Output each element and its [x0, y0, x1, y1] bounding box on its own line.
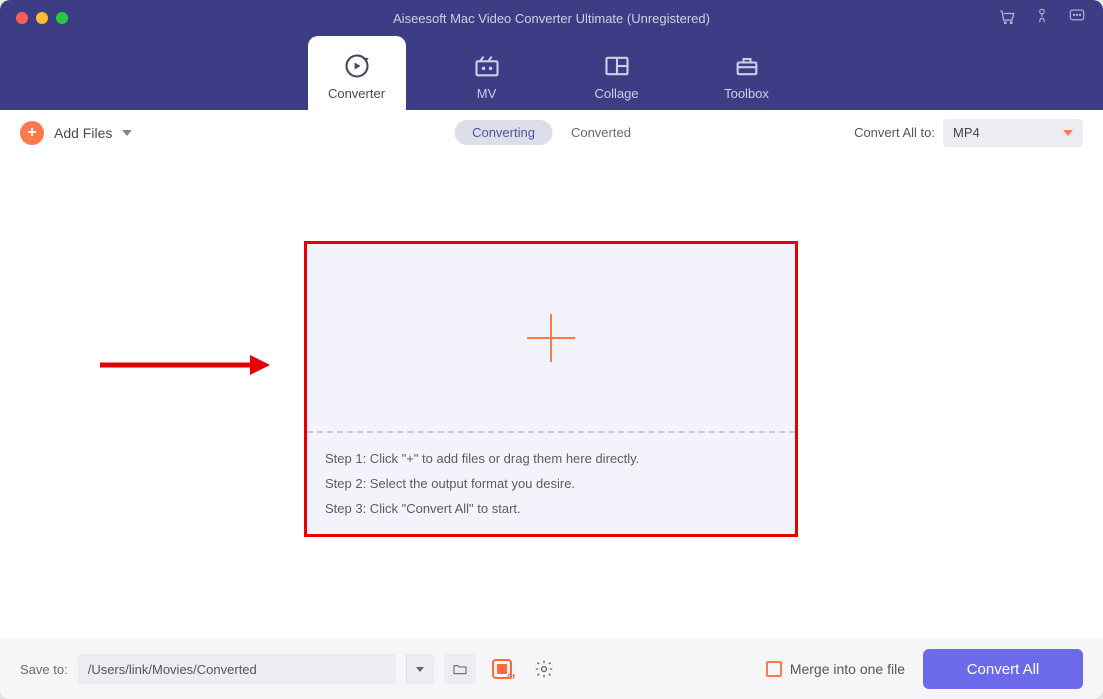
plus-circle-icon: + [20, 121, 44, 145]
titlebar: Aiseesoft Mac Video Converter Ultimate (… [0, 0, 1103, 36]
save-path-value: /Users/link/Movies/Converted [88, 662, 257, 677]
merge-label: Merge into one file [790, 661, 905, 677]
open-folder-button[interactable] [444, 654, 476, 684]
chevron-down-icon [416, 667, 424, 672]
annotation-arrow [100, 355, 270, 375]
checkbox-icon [766, 661, 782, 677]
tab-label: Toolbox [724, 86, 769, 101]
step2-text: Step 2: Select the output format you des… [325, 476, 777, 491]
window-controls [16, 12, 68, 24]
settings-button[interactable] [528, 654, 562, 684]
tab-toolbox[interactable]: Toolbox [698, 36, 796, 110]
dropzone-add-area[interactable] [307, 244, 795, 433]
register-icon[interactable] [1033, 6, 1051, 31]
step1-text: Step 1: Click "+" to add files or drag t… [325, 451, 777, 466]
content-area: Step 1: Click "+" to add files or drag t… [0, 155, 1103, 639]
output-format-select[interactable]: MP4 [943, 119, 1083, 147]
tab-label: Converter [328, 86, 385, 101]
dropzone[interactable]: Step 1: Click "+" to add files or drag t… [304, 241, 798, 537]
tab-collage[interactable]: Collage [568, 36, 666, 110]
tab-label: Collage [594, 86, 638, 101]
save-to-label: Save to: [20, 662, 68, 677]
main-tabs: Converter MV Collage Toolbox [0, 36, 1103, 110]
add-files-label: Add Files [54, 125, 112, 141]
convert-all-label: Convert All [967, 661, 1040, 678]
step3-text: Step 3: Click "Convert All" to start. [325, 501, 777, 516]
convert-all-button[interactable]: Convert All [923, 649, 1083, 689]
tab-converter[interactable]: Converter [308, 36, 406, 110]
add-files-dropdown[interactable] [122, 130, 132, 136]
feedback-icon[interactable] [1067, 7, 1087, 30]
cart-icon[interactable] [997, 6, 1017, 31]
tab-label: MV [477, 86, 497, 101]
conversion-status-tabs: Converting Converted [454, 120, 649, 145]
dropzone-instructions: Step 1: Click "+" to add files or drag t… [307, 433, 795, 534]
maximize-window-button[interactable] [56, 12, 68, 24]
tab-mv[interactable]: MV [438, 36, 536, 110]
minimize-window-button[interactable] [36, 12, 48, 24]
add-files-button[interactable]: + Add Files [20, 121, 112, 145]
save-path-field[interactable]: /Users/link/Movies/Converted [78, 654, 396, 684]
app-window: Aiseesoft Mac Video Converter Ultimate (… [0, 0, 1103, 699]
close-window-button[interactable] [16, 12, 28, 24]
footer-bar: Save to: /Users/link/Movies/Converted ON… [0, 639, 1103, 699]
gpu-accel-button[interactable]: ON [486, 654, 518, 684]
sub-toolbar: + Add Files Converting Converted Convert… [0, 110, 1103, 155]
window-title: Aiseesoft Mac Video Converter Ultimate (… [0, 11, 1103, 26]
merge-checkbox[interactable]: Merge into one file [766, 661, 905, 677]
save-path-dropdown[interactable] [406, 654, 434, 684]
tab-converting[interactable]: Converting [454, 120, 553, 145]
big-plus-icon[interactable] [527, 314, 575, 362]
chevron-down-icon [1063, 130, 1073, 136]
convert-all-to-label: Convert All to: [854, 125, 935, 140]
svg-text:ON: ON [507, 674, 515, 681]
tab-converted[interactable]: Converted [553, 120, 649, 145]
format-selected-value: MP4 [953, 125, 980, 140]
